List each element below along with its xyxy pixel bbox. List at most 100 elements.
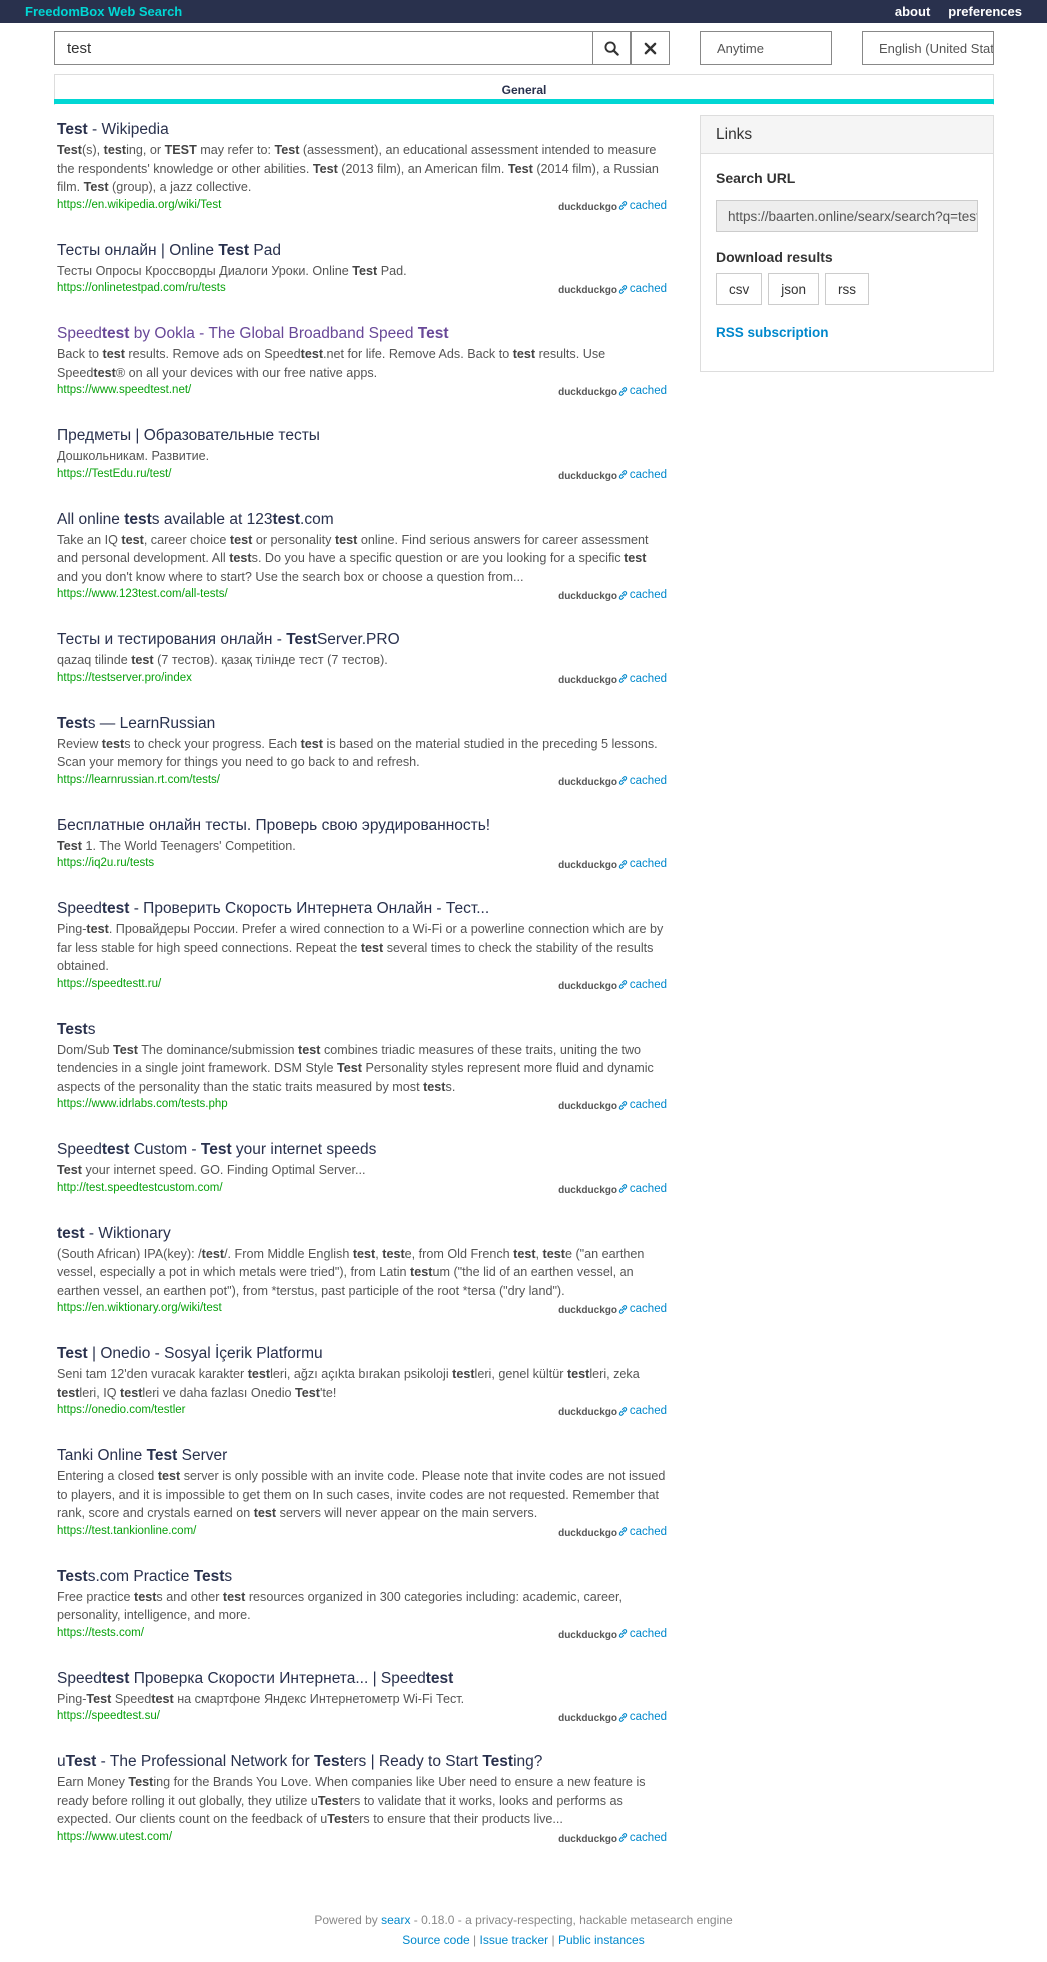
result-url-link[interactable]: https://www.123test.com/all-tests/ — [57, 586, 228, 602]
result-url-link[interactable]: https://learnrussian.rt.com/tests/ — [57, 772, 220, 788]
result-cached-link[interactable]: cached — [618, 1526, 667, 1538]
result-title-link[interactable]: Тесты и тестирования онлайн - TestServer… — [57, 630, 667, 650]
result-cached-link[interactable]: cached — [618, 1711, 667, 1723]
result-url-link[interactable]: https://www.idrlabs.com/tests.php — [57, 1096, 228, 1112]
cached-label: cached — [629, 1711, 667, 1723]
result-engine-label: duckduckgo — [558, 1833, 617, 1845]
result-title-link[interactable]: Speedtest Custom - Test your internet sp… — [57, 1140, 667, 1160]
result-title-link[interactable]: Тесты онлайн | Online Test Pad — [57, 241, 667, 261]
result-title-link[interactable]: Test | Onedio - Sosyal İçerik Platformu — [57, 1344, 667, 1364]
result-title-link[interactable]: Tanki Online Test Server — [57, 1446, 667, 1466]
result-item: Speedtest Проверка Скорости Интернета...… — [57, 1669, 667, 1727]
result-title-link[interactable]: test - Wiktionary — [57, 1224, 667, 1244]
result-cached-link[interactable]: cached — [618, 1303, 667, 1315]
issue-tracker-link[interactable]: Issue tracker — [479, 1933, 548, 1947]
result-url-link[interactable]: https://en.wiktionary.org/wiki/test — [57, 1300, 222, 1316]
footer: Powered by searx - 0.18.0 - a privacy-re… — [0, 1913, 1047, 1947]
footer-line-2: Source code | Issue tracker | Public ins… — [402, 1933, 645, 1947]
rss-subscription-link[interactable]: RSS subscription — [716, 325, 978, 340]
result-url-link[interactable]: https://www.speedtest.net/ — [57, 382, 191, 398]
cached-label: cached — [629, 1099, 667, 1111]
result-footer: http://test.speedtestcustom.com/duckduck… — [57, 1180, 667, 1198]
result-cached-link[interactable]: cached — [618, 979, 667, 991]
result-footer: https://speedtest.su/duckduckgo cached — [57, 1708, 667, 1726]
clear-search-button[interactable] — [631, 31, 670, 65]
result-url-link[interactable]: https://test.tankionline.com/ — [57, 1523, 196, 1539]
result-title-link[interactable]: Tests.com Practice Tests — [57, 1567, 667, 1587]
link-icon — [618, 1304, 628, 1314]
brand-link[interactable]: FreedomBox Web Search — [25, 4, 182, 19]
search-button[interactable] — [592, 31, 631, 65]
source-code-link[interactable]: Source code — [402, 1933, 469, 1947]
link-icon — [618, 1184, 628, 1193]
result-item: Speedtest by Ookla - The Global Broadban… — [57, 324, 667, 400]
result-url-link[interactable]: https://onlinetestpad.com/ru/tests — [57, 280, 226, 296]
link-icon — [618, 776, 628, 785]
result-snippet: Test(s), testing, or TEST may refer to: … — [57, 143, 659, 194]
download-rss-button[interactable]: rss — [825, 273, 870, 305]
search-url-field[interactable]: https://baarten.online/searx/search?q=te… — [716, 200, 978, 232]
result-title-link[interactable]: Tests — LearnRussian — [57, 714, 667, 734]
result-title-link[interactable]: Speedtest by Ookla - The Global Broadban… — [57, 324, 667, 344]
result-cached-link[interactable]: cached — [618, 858, 667, 870]
result-title-link[interactable]: All online tests available at 123test.co… — [57, 510, 667, 530]
result-title-link[interactable]: Speedtest - Проверить Скорость Интернета… — [57, 899, 667, 919]
links-sidebar: Links Search URL https://baarten.online/… — [700, 115, 994, 372]
preferences-link[interactable]: preferences — [948, 4, 1022, 19]
result-engine-label: duckduckgo — [558, 1713, 617, 1724]
result-url-link[interactable]: https://testserver.pro/index — [57, 670, 192, 686]
result-cached-link[interactable]: cached — [618, 1405, 667, 1417]
link-icon — [618, 674, 628, 683]
tab-active-indicator — [54, 99, 994, 104]
result-cached-link[interactable]: cached — [618, 385, 667, 397]
cached-label: cached — [629, 1405, 667, 1417]
result-url-link[interactable]: https://speedtest.su/ — [57, 1708, 160, 1724]
result-cached-link[interactable]: cached — [618, 589, 667, 601]
cached-label: cached — [629, 858, 667, 870]
result-title-link[interactable]: Speedtest Проверка Скорости Интернета...… — [57, 1669, 667, 1689]
result-cached-link[interactable]: cached — [618, 1183, 667, 1195]
result-cached-link[interactable]: cached — [618, 673, 667, 685]
cached-label: cached — [629, 468, 667, 481]
result-footer: https://learnrussian.rt.com/tests/duckdu… — [57, 772, 667, 790]
about-link[interactable]: about — [895, 4, 930, 19]
result-url-link[interactable]: https://www.utest.com/ — [57, 1829, 172, 1845]
link-icon — [618, 284, 628, 294]
result-url-link[interactable]: https://tests.com/ — [57, 1625, 144, 1641]
result-footer: https://en.wiktionary.org/wiki/test duckd… — [57, 1300, 667, 1318]
result-title-link[interactable]: uTest - The Professional Network for Tes… — [57, 1752, 667, 1772]
result-cached-link[interactable]: cached — [618, 775, 667, 787]
result-cached-link[interactable]: cached — [618, 200, 667, 212]
time-range-select[interactable]: Anytime — [700, 31, 832, 65]
result-cached-link[interactable]: cached — [618, 283, 667, 295]
language-select[interactable]: English (United States) — [862, 31, 994, 65]
result-cached-link[interactable]: cached — [618, 1832, 667, 1844]
link-icon — [618, 1527, 628, 1536]
result-url-link[interactable]: https://TestEdu.ru/test/ — [57, 466, 171, 482]
result-engine-label: duckduckgo — [558, 1101, 617, 1112]
searx-link[interactable]: searx — [381, 1913, 410, 1927]
result-url-link[interactable]: https://iq2u.ru/tests — [57, 855, 154, 871]
result-engine-label: duckduckgo — [558, 387, 617, 398]
result-title-link[interactable]: Tests — [57, 1020, 667, 1040]
result-url-link[interactable]: http://test.speedtestcustom.com/ — [57, 1180, 223, 1196]
result-cached-link[interactable]: cached — [618, 1628, 667, 1640]
cached-label: cached — [629, 1182, 667, 1195]
result-snippet: Дошкольникам. Развитие. — [57, 449, 210, 463]
result-engine-label: duckduckgo — [558, 201, 617, 213]
result-url-link[interactable]: https://speedtestt.ru/ — [57, 976, 161, 992]
result-title-link[interactable]: Предметы | Образовательные тесты — [57, 426, 667, 446]
search-input[interactable] — [54, 31, 592, 65]
result-cached-link[interactable]: cached — [618, 469, 667, 481]
result-engine-label: duckduckgo — [558, 674, 617, 686]
result-title-link[interactable]: Test - Wikipedia — [57, 120, 667, 140]
result-title-link[interactable]: Бесплатные онлайн тесты. Проверь свою эр… — [57, 816, 667, 836]
result-cached-link[interactable]: cached — [618, 1099, 667, 1111]
result-url-link[interactable]: https://en.wikipedia.org/wiki/Test — [57, 197, 221, 213]
result-footer: https://en.wikipedia.org/wiki/Test duckdu… — [57, 197, 667, 215]
result-url-link[interactable]: https://onedio.com/testler — [57, 1402, 185, 1418]
public-instances-link[interactable]: Public instances — [558, 1933, 645, 1947]
link-icon — [618, 590, 628, 600]
download-csv-button[interactable]: csv — [716, 273, 763, 305]
download-json-button[interactable]: json — [768, 273, 820, 305]
